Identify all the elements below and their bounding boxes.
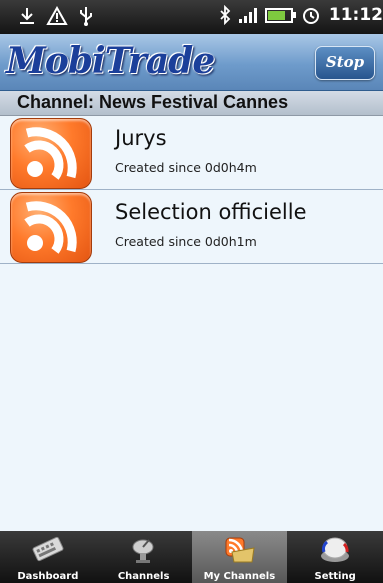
channel-header-title: Channel: News Festival Cannes <box>17 92 289 112</box>
tab-channels[interactable]: Channels <box>96 531 192 583</box>
notification-icons <box>18 5 94 27</box>
alarm-icon <box>302 8 319 24</box>
tab-label: Setting <box>314 571 356 582</box>
tab-my-channels[interactable]: My Channels <box>191 531 288 583</box>
channel-title: Jurys <box>115 126 167 150</box>
bottom-tab-bar: Dashboard Channels My Channels Setting <box>0 531 383 583</box>
download-icon <box>20 8 34 24</box>
app-title-bar: MobiTrade Stop <box>0 34 383 91</box>
clock: 11:12 <box>328 5 383 25</box>
channel-title: Selection officielle <box>115 200 307 224</box>
stop-button[interactable]: Stop <box>315 46 375 80</box>
signal-icon <box>238 7 257 23</box>
channel-list: Jurys Created since 0d0h4m Selection off… <box>0 116 383 264</box>
tab-label: My Channels <box>203 571 276 582</box>
rss-icon <box>10 192 92 263</box>
tab-setting[interactable]: Setting <box>287 531 383 583</box>
channel-header: Channel: News Festival Cannes <box>0 91 383 116</box>
tab-label: Channels <box>117 571 170 582</box>
system-icons: 11:12 <box>219 5 383 25</box>
tab-dashboard[interactable]: Dashboard <box>0 531 96 583</box>
rss-icon <box>10 118 92 189</box>
settings-knob-icon <box>321 537 350 562</box>
status-bar: 11:12 <box>0 0 383 34</box>
list-item[interactable]: Selection officielle Created since 0d0h1… <box>0 190 383 264</box>
channel-subtitle: Created since 0d0h1m <box>115 234 257 249</box>
rss-folder-icon <box>225 537 255 563</box>
usb-icon <box>80 7 92 26</box>
bluetooth-icon <box>220 5 231 25</box>
keyboard-icon <box>32 536 64 562</box>
list-item[interactable]: Jurys Created since 0d0h4m <box>0 116 383 190</box>
channel-subtitle: Created since 0d0h4m <box>115 160 257 175</box>
warning-icon <box>46 6 68 25</box>
satellite-dish-icon <box>132 539 154 563</box>
tab-label: Dashboard <box>17 571 79 582</box>
battery-icon <box>264 7 296 23</box>
app-logo: MobiTrade <box>6 40 215 82</box>
